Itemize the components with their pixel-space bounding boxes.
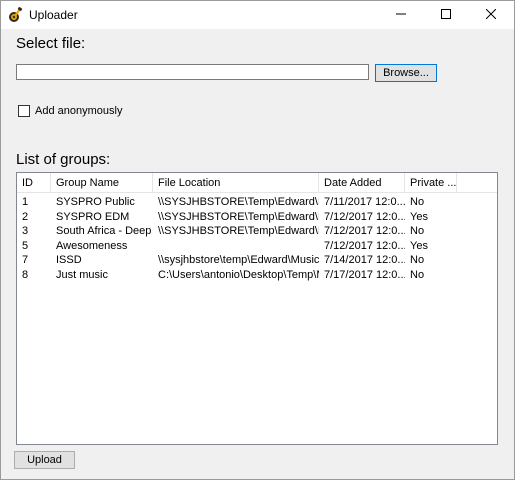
- column-header-id[interactable]: ID: [17, 173, 51, 193]
- window-title: Uploader: [29, 8, 78, 22]
- cell-id: 5: [22, 239, 29, 252]
- cell-group-name: Awesomeness: [56, 239, 128, 252]
- cell-file-location: \\SYSJHBSTORE\Temp\Edward\D...: [158, 225, 319, 237]
- cell-id: 8: [22, 268, 29, 281]
- maximize-icon: [440, 8, 451, 22]
- cell-group-name: SYSPRO Public: [56, 196, 135, 208]
- close-icon: [485, 8, 496, 22]
- list-rows: 1 SYSPRO Public \\SYSJHBSTORE\Temp\Edwar…: [17, 195, 497, 282]
- cell-private: Yes: [410, 239, 428, 252]
- column-header-file-location[interactable]: File Location: [153, 173, 319, 193]
- uploader-window: Uploader Select file: Browse... Add anon…: [0, 0, 515, 480]
- list-item[interactable]: 2 SYSPRO EDM \\SYSJHBSTORE\Temp\Edward\M…: [17, 210, 497, 225]
- cell-private: No: [410, 268, 425, 281]
- cell-file-location: C:\Users\antonio\Desktop\Temp\M...: [158, 268, 319, 281]
- column-header-private[interactable]: Private ...: [405, 173, 457, 193]
- column-header-group-name[interactable]: Group Name: [51, 173, 153, 193]
- maximize-button[interactable]: [423, 1, 468, 29]
- list-item[interactable]: 8 Just music C:\Users\antonio\Desktop\Te…: [17, 268, 497, 283]
- cell-private: Yes: [410, 210, 428, 223]
- cell-id: 7: [22, 254, 29, 266]
- list-item[interactable]: 5 Awesomeness 7/12/2017 12:0... Yes: [17, 239, 497, 254]
- cell-date-added: 7/12/2017 12:0...: [324, 239, 405, 252]
- cell-group-name: Just music: [56, 268, 108, 281]
- list-item[interactable]: 1 SYSPRO Public \\SYSJHBSTORE\Temp\Edwar…: [17, 195, 497, 210]
- list-header: ID Group Name File Location Date Added P…: [17, 173, 497, 193]
- cell-date-added: 7/11/2017 12:0...: [324, 196, 405, 208]
- select-file-label: Select file:: [16, 35, 86, 52]
- add-anonymously-checkbox[interactable]: Add anonymously: [18, 105, 122, 117]
- cell-id: 1: [22, 196, 29, 208]
- cell-group-name: South Africa - Deep ...: [56, 225, 153, 237]
- cell-date-added: 7/17/2017 12:0...: [324, 268, 405, 281]
- cell-private: No: [410, 225, 425, 237]
- cell-file-location: \\SYSJHBSTORE\Temp\Edward\M...: [158, 210, 319, 223]
- cell-group-name: SYSPRO EDM: [56, 210, 130, 223]
- groups-list-label: List of groups:: [16, 151, 111, 168]
- cell-date-added: 7/12/2017 12:0...: [324, 210, 405, 223]
- cell-id: 2: [22, 210, 29, 223]
- minimize-icon: [395, 9, 406, 22]
- cell-group-name: ISSD: [56, 254, 82, 266]
- minimize-button[interactable]: [378, 1, 423, 29]
- browse-button[interactable]: Browse...: [375, 64, 437, 82]
- list-item[interactable]: 3 South Africa - Deep ... \\SYSJHBSTORE\…: [17, 224, 497, 239]
- cell-file-location: [153, 239, 319, 254]
- cell-file-location: \\sysjhbstore\temp\Edward\Music: [158, 254, 319, 266]
- title-bar[interactable]: Uploader: [1, 1, 514, 29]
- cell-file-location: \\SYSJHBSTORE\Temp\Edward\M...: [158, 196, 319, 208]
- guitar-icon: [8, 7, 24, 23]
- column-header-date-added[interactable]: Date Added: [319, 173, 405, 193]
- cell-private: No: [410, 196, 425, 208]
- checkbox-box[interactable]: [18, 105, 30, 117]
- cell-private: No: [410, 254, 425, 266]
- file-path-input[interactable]: [16, 64, 369, 80]
- list-item[interactable]: 7 ISSD \\sysjhbstore\temp\Edward\Music 7…: [17, 253, 497, 268]
- add-anonymously-label: Add anonymously: [35, 105, 123, 117]
- cell-id: 3: [22, 225, 29, 237]
- close-button[interactable]: [468, 1, 513, 29]
- cell-date-added: 7/14/2017 12:0...: [324, 254, 405, 266]
- upload-button[interactable]: Upload: [14, 451, 75, 469]
- cell-date-added: 7/12/2017 12:0...: [324, 225, 405, 237]
- groups-list-view[interactable]: ID Group Name File Location Date Added P…: [16, 172, 498, 445]
